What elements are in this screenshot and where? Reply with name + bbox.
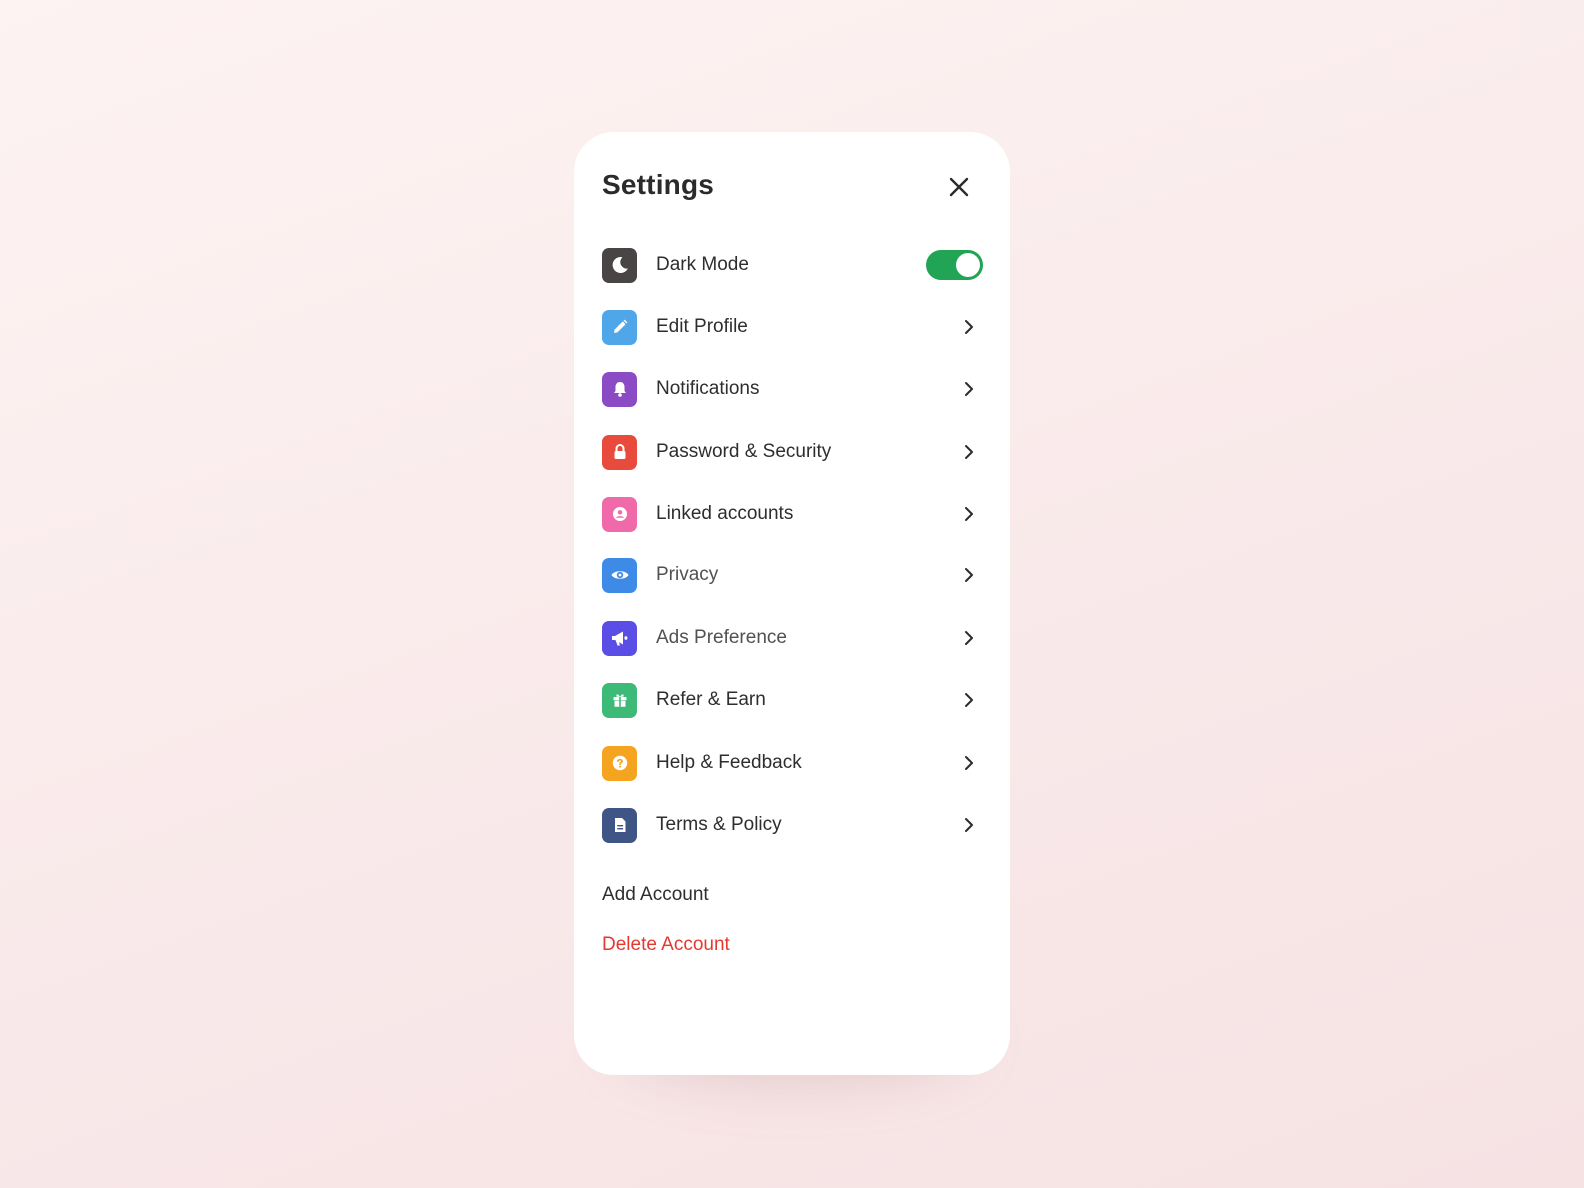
dark-mode-icon-tile <box>602 247 637 283</box>
setting-label-privacy: Privacy <box>656 564 719 585</box>
chevron-right-icon <box>957 688 981 712</box>
close-button[interactable] <box>944 172 974 202</box>
setting-label-dark-mode: Dark Mode <box>656 254 749 275</box>
setting-privacy[interactable]: Privacy <box>602 557 983 593</box>
dark-mode-toggle[interactable] <box>926 250 983 280</box>
help-feedback-icon-tile <box>602 745 637 781</box>
setting-ads-preference[interactable]: Ads Preference <box>602 620 983 656</box>
refer-earn-icon-tile <box>602 682 637 718</box>
page-title: Settings <box>602 169 715 200</box>
ads-preference-icon-tile <box>602 620 637 656</box>
megaphone-icon <box>611 631 627 646</box>
setting-label-help-feedback: Help & Feedback <box>656 752 802 773</box>
document-icon <box>614 818 625 832</box>
moon-icon <box>612 256 628 273</box>
user-circle-icon <box>612 507 627 521</box>
toggle-knob <box>956 253 980 277</box>
chevron-right-icon <box>957 502 981 526</box>
setting-label-notifications: Notifications <box>656 378 760 399</box>
delete-account-link[interactable]: Delete Account <box>602 934 730 956</box>
close-icon <box>949 177 969 197</box>
eye-icon <box>611 571 628 579</box>
setting-label-ads-preference: Ads Preference <box>656 627 787 648</box>
notifications-icon-tile <box>602 371 637 407</box>
setting-password-security[interactable]: Password & Security <box>602 434 983 470</box>
linked-accounts-icon-tile <box>602 496 637 532</box>
setting-label-refer-earn: Refer & Earn <box>656 689 766 710</box>
password-security-icon-tile <box>602 434 637 470</box>
lock-icon <box>614 444 625 459</box>
setting-linked-accounts[interactable]: Linked accounts <box>602 496 983 532</box>
chevron-right-icon <box>957 315 981 339</box>
setting-edit-profile[interactable]: Edit Profile <box>602 309 983 345</box>
question-circle-icon <box>612 755 627 771</box>
setting-label-linked-accounts: Linked accounts <box>656 503 794 524</box>
settings-panel: Settings Dark Mode Edit Profile Notifica… <box>574 132 1010 1075</box>
setting-label-terms-policy: Terms & Policy <box>656 814 782 835</box>
terms-policy-icon-tile <box>602 807 637 843</box>
edit-profile-icon-tile <box>602 309 637 345</box>
setting-dark-mode[interactable]: Dark Mode <box>602 247 983 283</box>
pencil-icon <box>613 319 627 333</box>
gift-icon <box>613 694 626 707</box>
chevron-right-icon <box>957 751 981 775</box>
setting-help-feedback[interactable]: Help & Feedback <box>602 745 983 781</box>
add-account-link[interactable]: Add Account <box>602 884 709 906</box>
chevron-right-icon <box>957 377 981 401</box>
setting-refer-earn[interactable]: Refer & Earn <box>602 682 983 718</box>
chevron-right-icon <box>957 563 981 587</box>
chevron-right-icon <box>957 813 981 837</box>
privacy-icon-tile <box>602 557 637 593</box>
setting-notifications[interactable]: Notifications <box>602 371 983 407</box>
chevron-right-icon <box>957 626 981 650</box>
setting-terms-policy[interactable]: Terms & Policy <box>602 807 983 843</box>
setting-label-password-security: Password & Security <box>656 441 832 462</box>
bell-icon <box>613 382 626 397</box>
setting-label-edit-profile: Edit Profile <box>656 316 748 337</box>
chevron-right-icon <box>957 440 981 464</box>
